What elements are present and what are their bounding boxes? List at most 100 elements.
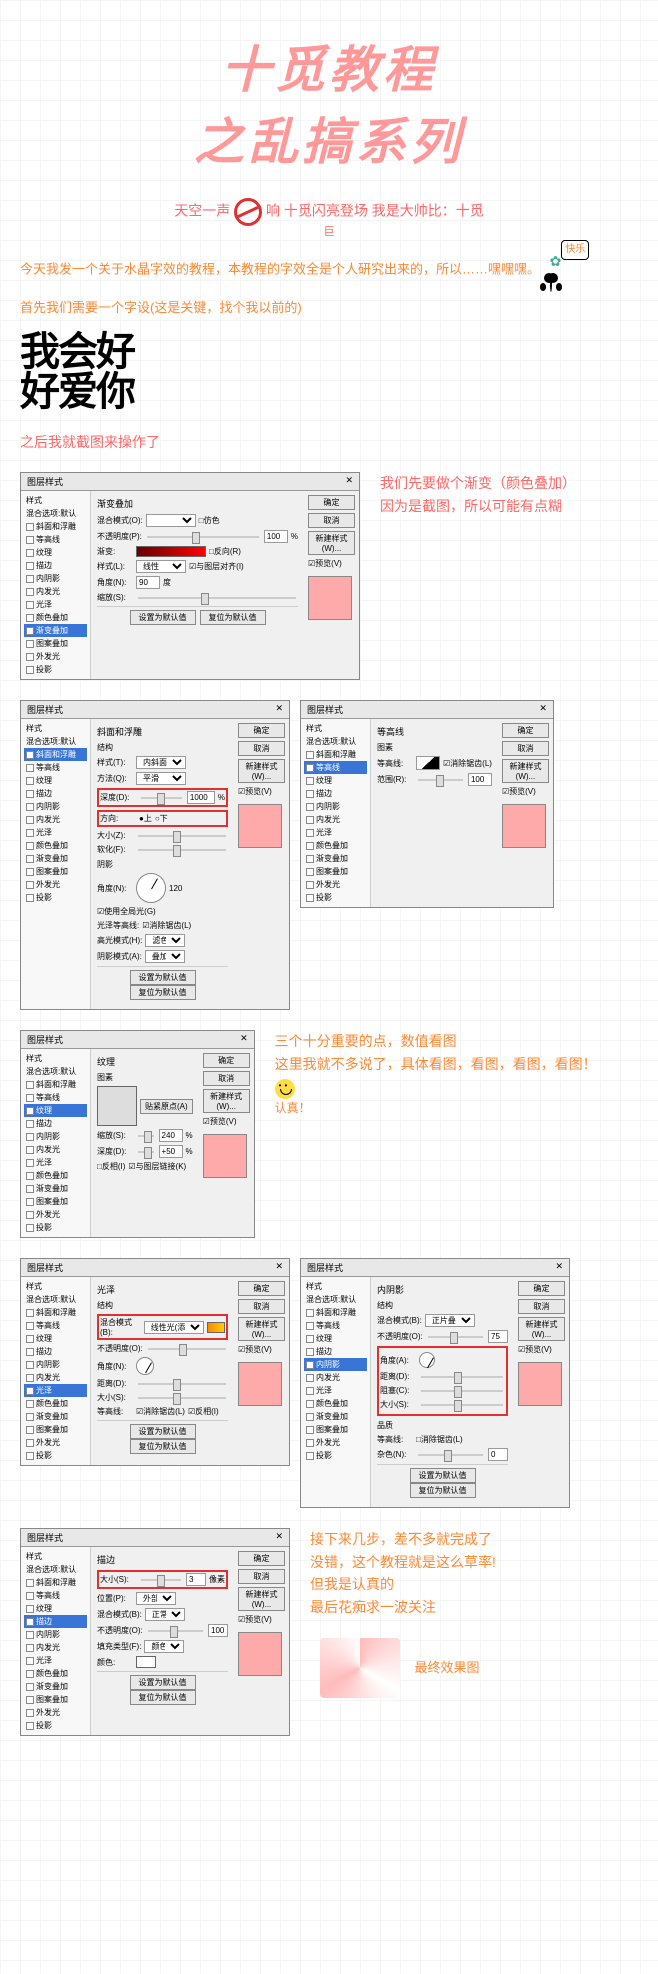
style-list-item[interactable]: 内发光 (304, 1371, 367, 1384)
style-list-item[interactable]: 纹理 (304, 1332, 367, 1345)
size-slider[interactable] (421, 1404, 503, 1406)
style-list-item[interactable]: 渐变叠加 (24, 1182, 87, 1195)
size-slider[interactable] (138, 1397, 226, 1399)
angle-dial[interactable] (419, 1352, 435, 1368)
style-list-item[interactable]: 样式 (304, 722, 367, 735)
style-list-item[interactable]: 图案叠加 (304, 1423, 367, 1436)
opacity-slider[interactable] (147, 536, 259, 538)
link-layer-checkbox[interactable]: ☑与图层链接(K) (128, 1161, 186, 1172)
style-list-item[interactable]: 外发光 (24, 878, 87, 891)
close-icon[interactable]: ✕ (275, 1531, 283, 1544)
style-list-item[interactable]: 斜面和浮雕 (24, 1306, 87, 1319)
style-list-item[interactable]: 投影 (24, 1221, 87, 1234)
choke-slider[interactable] (421, 1390, 503, 1392)
blend-mode-select[interactable] (146, 514, 196, 527)
distance-slider[interactable] (138, 1383, 226, 1385)
close-icon[interactable]: ✕ (275, 703, 283, 716)
range-slider[interactable] (418, 779, 463, 781)
style-list-item[interactable]: 渐变叠加 (24, 852, 87, 865)
style-list-item[interactable]: 渐变叠加 (24, 624, 87, 637)
style-list-item[interactable]: 内发光 (24, 813, 87, 826)
style-list-item[interactable]: 纹理 (24, 1602, 87, 1615)
preview-checkbox[interactable]: ☑预览(V) (308, 558, 355, 569)
anti-alias-checkbox[interactable]: □消除锯齿(L) (416, 1434, 463, 1445)
style-list-item[interactable]: 样式 (24, 1280, 87, 1293)
style-list-item[interactable]: 颜色叠加 (24, 1169, 87, 1182)
angle-dial[interactable] (136, 873, 166, 903)
cancel-button[interactable]: 取消 (203, 1071, 250, 1086)
style-list-item[interactable]: 内发光 (24, 585, 87, 598)
style-list-item[interactable]: 图案叠加 (24, 1423, 87, 1436)
bevel-style-select[interactable]: 内斜面 (136, 756, 186, 769)
style-list-item[interactable]: 混合选项:默认 (24, 1293, 87, 1306)
opacity-slider[interactable] (148, 1348, 226, 1350)
anti-alias-checkbox[interactable]: ☑消除锯齿(L) (142, 920, 191, 931)
style-list-item[interactable]: 颜色叠加 (24, 611, 87, 624)
preview-checkbox[interactable]: ☑预览(V) (502, 786, 549, 797)
style-list-item[interactable]: 内阴影 (24, 1358, 87, 1371)
close-icon[interactable]: ✕ (539, 703, 547, 716)
style-list-item[interactable]: 内阴影 (304, 800, 367, 813)
style-list-item[interactable]: 外发光 (24, 1706, 87, 1719)
style-list-item[interactable]: 混合选项:默认 (24, 735, 87, 748)
preview-checkbox[interactable]: ☑预览(V) (238, 786, 285, 797)
cancel-button[interactable]: 取消 (308, 513, 355, 528)
style-list-item[interactable]: 颜色叠加 (304, 1397, 367, 1410)
cancel-button[interactable]: 取消 (502, 741, 549, 756)
close-icon[interactable]: ✕ (345, 475, 353, 488)
default-button[interactable]: 设置为默认值 (130, 1675, 196, 1690)
ok-button[interactable]: 确定 (238, 1281, 285, 1296)
style-list-item[interactable]: 图案叠加 (24, 1693, 87, 1706)
stroke-position-select[interactable]: 外部 (136, 1592, 176, 1605)
style-list-item[interactable]: 纹理 (24, 774, 87, 787)
style-list-item[interactable]: 描边 (24, 787, 87, 800)
opacity-input[interactable] (208, 1624, 228, 1637)
style-list-item[interactable]: 等高线 (24, 1091, 87, 1104)
style-list-item[interactable]: 图案叠加 (24, 637, 87, 650)
style-list-item[interactable]: 样式 (24, 1550, 87, 1563)
style-list-item[interactable]: 斜面和浮雕 (304, 1306, 367, 1319)
style-list-item[interactable]: 外发光 (304, 878, 367, 891)
style-list-item[interactable]: 光泽 (304, 1384, 367, 1397)
style-list-item[interactable]: 光泽 (24, 598, 87, 611)
shadow-mode-select[interactable]: 叠加 (145, 950, 185, 963)
style-list-item[interactable]: 投影 (24, 891, 87, 904)
style-list-item[interactable]: 等高线 (24, 761, 87, 774)
invert-checkbox[interactable]: □反相(I) (97, 1161, 125, 1172)
style-list-item[interactable]: 样式 (24, 494, 87, 507)
style-list-item[interactable]: 内阴影 (24, 1628, 87, 1641)
style-list-item[interactable]: 光泽 (24, 1384, 87, 1397)
style-list-item[interactable]: 外发光 (24, 1208, 87, 1221)
cancel-button[interactable]: 取消 (238, 1569, 285, 1584)
default-button[interactable]: 设置为默认值 (130, 970, 196, 985)
cancel-button[interactable]: 取消 (238, 1299, 285, 1314)
style-list-item[interactable]: 等高线 (24, 1589, 87, 1602)
style-list-item[interactable]: 内发光 (24, 1143, 87, 1156)
style-list-item[interactable]: 内阴影 (24, 1130, 87, 1143)
style-list-item[interactable]: 投影 (24, 1449, 87, 1462)
new-style-button[interactable]: 新建样式(W)... (502, 759, 549, 783)
preview-checkbox[interactable]: ☑预览(V) (518, 1344, 565, 1355)
close-icon[interactable]: ✕ (275, 1261, 283, 1274)
style-list-item[interactable]: 混合选项:默认 (24, 1563, 87, 1576)
default-button[interactable]: 设置为默认值 (130, 610, 196, 625)
style-list-item[interactable]: 内阴影 (24, 800, 87, 813)
style-list-item[interactable]: 描边 (24, 1345, 87, 1358)
noise-input[interactable] (488, 1448, 508, 1461)
distance-slider[interactable] (421, 1376, 503, 1378)
style-list-item[interactable]: 纹理 (24, 546, 87, 559)
style-list-item[interactable]: 图案叠加 (304, 865, 367, 878)
preview-checkbox[interactable]: ☑预览(V) (203, 1116, 250, 1127)
style-list-item[interactable]: 渐变叠加 (304, 852, 367, 865)
bevel-method-select[interactable]: 平滑 (136, 772, 186, 785)
style-list-item[interactable]: 纹理 (24, 1332, 87, 1345)
style-list-item[interactable]: 等高线 (304, 1319, 367, 1332)
preview-checkbox[interactable]: ☑预览(V) (238, 1614, 285, 1625)
style-list-item[interactable]: 投影 (24, 663, 87, 676)
style-list-item[interactable]: 内发光 (24, 1641, 87, 1654)
style-list-item[interactable]: 混合选项:默认 (304, 735, 367, 748)
close-icon[interactable]: ✕ (555, 1261, 563, 1274)
fill-type-select[interactable]: 颜色 (144, 1640, 184, 1653)
close-icon[interactable]: ✕ (240, 1033, 248, 1046)
cancel-button[interactable]: 取消 (238, 741, 285, 756)
